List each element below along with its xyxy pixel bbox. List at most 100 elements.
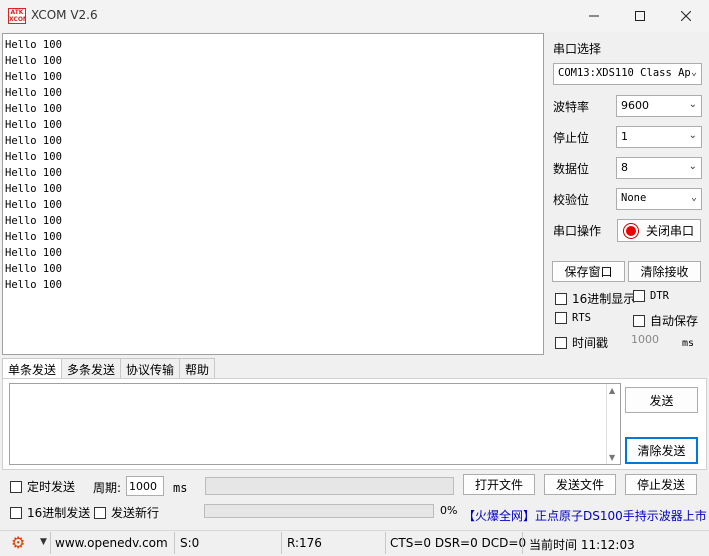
app-logo-icon: ATKXCOM [8,8,26,24]
checkbox-box [555,292,567,305]
receive-line: Hello 100 [5,151,62,163]
receive-line: Hello 100 [5,215,62,227]
send-input[interactable]: ▲ ▼ [9,383,621,465]
checkbox-box [555,336,567,349]
checkbox-box [94,506,106,519]
send-file-button[interactable]: 发送文件 [544,474,616,495]
scroll-down-icon[interactable]: ▼ [609,453,615,462]
received-count: R:176 [287,536,322,550]
timestamp-interval-input[interactable]: 1000 [631,332,677,350]
clear-send-button[interactable]: 清除发送 [625,437,698,464]
close-port-button[interactable]: 关闭串口 [617,219,701,242]
receive-line: Hello 100 [5,231,62,243]
stop-send-label: 停止发送 [636,478,685,492]
gear-icon[interactable]: ⚙ [11,533,25,552]
modem-lines: CTS=0 DSR=0 DCD=0 [390,536,527,550]
promo-link[interactable]: 【火爆全网】正点原子DS100手持示波器上市 [463,507,707,524]
port-op-label: 串口操作 [553,224,602,238]
caret-down-icon[interactable]: ▼ [40,537,47,547]
dtr-checkbox[interactable]: DTR [633,290,669,302]
hex-display-label: 16进制显示 [572,292,636,306]
minimize-button[interactable] [571,0,617,32]
parity-value: None [621,192,647,204]
tab-protocol[interactable]: 协议传输 [120,358,181,378]
send-label: 发送 [649,393,674,408]
status-separator [522,532,523,554]
baud-select[interactable]: 9600 ⌄ [616,95,702,117]
stop-bits-label: 停止位 [553,131,590,145]
send-newline-label: 发送新行 [111,506,160,520]
tab-help[interactable]: 帮助 [179,358,216,378]
stop-dot-icon [623,223,638,238]
period-label: 周期: [93,481,122,495]
data-bits-value: 8 [621,161,628,174]
close-button[interactable] [663,0,709,32]
timed-send-checkbox[interactable]: 定时发送 [10,478,75,495]
chevron-down-icon: ⌄ [688,161,697,172]
receive-line: Hello 100 [5,119,62,131]
status-separator [50,532,51,554]
clear-send-label: 清除发送 [637,444,686,458]
send-scrollbar[interactable]: ▲ ▼ [606,384,620,464]
data-bits-select[interactable]: 8 ⌄ [616,157,702,179]
receive-line: Hello 100 [5,199,62,211]
open-file-label: 打开文件 [474,478,523,492]
sent-count: S:0 [180,536,200,550]
checkbox-box [633,314,645,327]
chevron-down-icon: ⌄ [688,130,697,141]
auto-save-label: 自动保存 [650,314,699,328]
tab-multi-send[interactable]: 多条发送 [61,358,122,378]
port-label: 串口选择 [553,42,602,56]
auto-save-checkbox[interactable]: 自动保存 [633,312,698,329]
hex-send-checkbox[interactable]: 16进制发送 [10,504,90,521]
checkbox-box [10,506,22,519]
maximize-button[interactable] [617,0,663,32]
send-tabs: 单条发送 多条发送 协议传输 帮助 [2,358,216,378]
checkbox-box [633,290,645,302]
period-unit: ms [173,481,188,495]
timer-bar [205,477,454,495]
hex-display-checkbox[interactable]: 16进制显示 [555,290,635,307]
port-select[interactable]: COM13:XDS110 Class Ap ⌄ [553,63,702,85]
clear-receive-button[interactable]: 清除接收 [628,261,701,282]
baud-label: 波特率 [553,100,590,114]
stop-bits-select[interactable]: 1 ⌄ [616,126,702,148]
status-separator [385,532,386,554]
parity-select[interactable]: None ⌄ [616,188,702,210]
timestamp-checkbox[interactable]: 时间戳 [555,334,608,351]
receive-line: Hello 100 [5,183,62,195]
scroll-up-icon[interactable]: ▲ [609,386,615,395]
chevron-down-icon: ⌄ [690,67,697,78]
stop-send-button[interactable]: 停止发送 [625,474,697,495]
receive-area[interactable]: Hello 100 Hello 100 Hello 100 Hello 100 Hell… [2,33,544,355]
rts-checkbox[interactable]: RTS [555,312,591,324]
send-button[interactable]: 发送 [625,387,698,413]
status-separator [174,532,175,554]
file-progress-text: 0% [440,504,458,517]
checkbox-box [10,480,22,493]
data-bits-label: 数据位 [553,162,590,176]
period-input[interactable]: 1000 [126,476,164,496]
parity-label: 校验位 [553,193,590,207]
save-window-label: 保存窗口 [564,265,613,279]
checkbox-box [555,312,567,324]
timed-send-label: 定时发送 [27,480,76,494]
receive-line: Hello 100 [5,87,62,99]
rts-label: RTS [572,312,591,324]
chevron-down-icon: ⌄ [690,192,697,203]
send-newline-checkbox[interactable]: 发送新行 [94,504,159,521]
tab-single-send[interactable]: 单条发送 [2,358,63,378]
status-separator [281,532,282,554]
website-link[interactable]: www.openedv.com [55,536,168,550]
chevron-down-icon: ⌄ [688,99,697,110]
timestamp-label: 时间戳 [572,336,609,350]
file-progress-bar [204,504,434,518]
close-port-label: 关闭串口 [645,224,694,238]
receive-line: Hello 100 [5,71,62,83]
save-window-button[interactable]: 保存窗口 [552,261,625,282]
receive-line: Hello 100 [5,247,62,259]
receive-line: Hello 100 [5,39,62,51]
receive-line: Hello 100 [5,279,62,291]
open-file-button[interactable]: 打开文件 [463,474,535,495]
receive-line: Hello 100 [5,263,62,275]
